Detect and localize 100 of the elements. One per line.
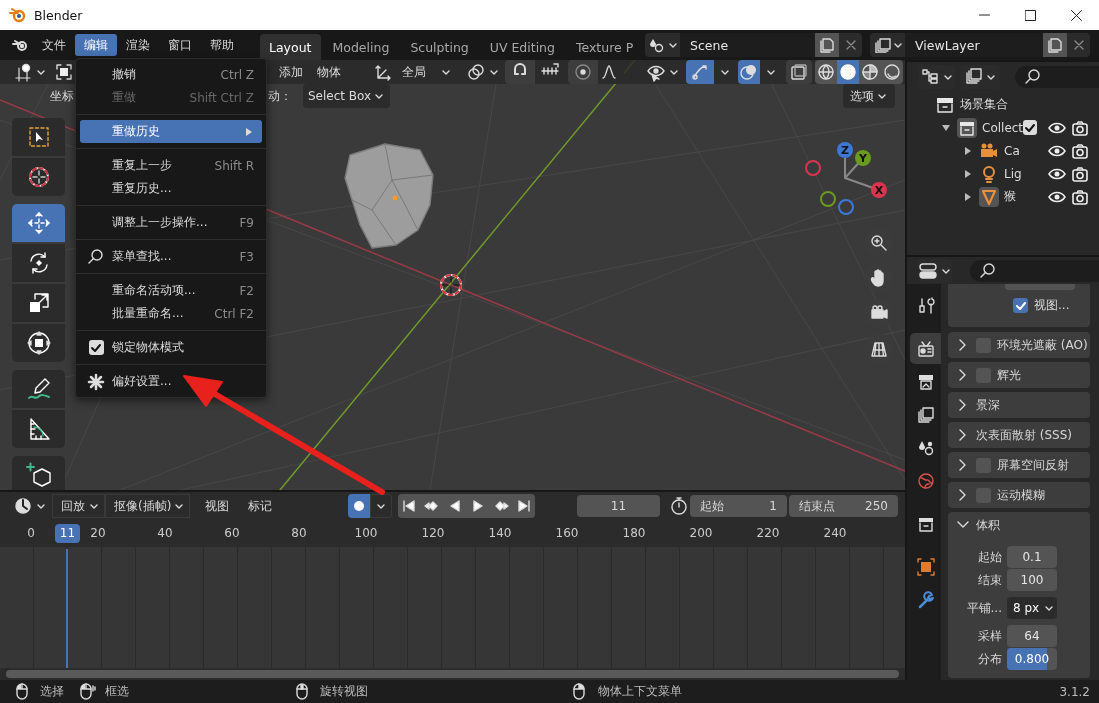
menu-item[interactable]: 撤销 Ctrl Z bbox=[80, 63, 262, 86]
panel-header[interactable]: 屏幕空间反射 bbox=[948, 452, 1090, 478]
transform-tool-button[interactable] bbox=[12, 324, 65, 362]
view-layer-name-field[interactable]: ViewLayer bbox=[905, 33, 1043, 57]
current-frame-field[interactable]: 11 bbox=[577, 495, 660, 517]
remove-button[interactable] bbox=[839, 33, 862, 57]
menu-dropdown[interactable]: 抠像(插帧) bbox=[105, 494, 190, 518]
snap-toggle[interactable] bbox=[505, 60, 535, 84]
menu-item[interactable]: 重复历史... bbox=[80, 177, 262, 200]
keying-options-button[interactable] bbox=[370, 494, 392, 518]
menu-item[interactable]: 文件 bbox=[33, 34, 75, 56]
panel-header[interactable]: 运动模糊 bbox=[948, 482, 1090, 508]
rotate-tool-button[interactable] bbox=[12, 244, 65, 282]
duplicate-button[interactable] bbox=[815, 33, 839, 57]
checkmark-icon bbox=[1024, 121, 1037, 134]
menu-item[interactable]: 渲染 bbox=[117, 34, 159, 56]
menu-item[interactable]: 视图 bbox=[200, 497, 234, 515]
auto-keying-button[interactable] bbox=[348, 494, 370, 518]
field-label: 平铺... bbox=[965, 599, 1003, 617]
options-dropdown[interactable]: 选项 bbox=[843, 84, 895, 108]
dropdown-field[interactable]: 8 px bbox=[1007, 597, 1057, 619]
tree-row[interactable]: 场景集合 bbox=[907, 93, 1099, 116]
remove-button[interactable] bbox=[1067, 33, 1090, 57]
axis-handle[interactable]: Z bbox=[837, 142, 853, 158]
scrollbar[interactable] bbox=[6, 670, 899, 678]
checkbox[interactable] bbox=[88, 340, 104, 355]
xray-toggle[interactable] bbox=[786, 60, 812, 84]
frame-number: 100 bbox=[353, 526, 379, 540]
end-frame-field[interactable]: 结束点 250 bbox=[789, 495, 898, 517]
menu-item[interactable]: 偏好设置... bbox=[80, 370, 262, 393]
select-box-dropdown[interactable]: Select Box bbox=[303, 84, 390, 108]
negative-axis-handle[interactable] bbox=[838, 199, 854, 215]
search-field[interactable] bbox=[970, 259, 1099, 282]
camera-icon[interactable] bbox=[1071, 141, 1089, 160]
camera-icon[interactable] bbox=[1071, 187, 1089, 206]
tree-row[interactable]: Collect bbox=[907, 116, 1099, 139]
menu-item[interactable]: 窗口 bbox=[159, 34, 201, 56]
properties-tab[interactable] bbox=[910, 333, 941, 364]
menu-item[interactable]: 锁定物体模式 bbox=[80, 336, 262, 359]
slider-field[interactable] bbox=[1005, 284, 1075, 290]
checkbox[interactable] bbox=[1023, 120, 1037, 135]
workspace-tab[interactable]: Layout bbox=[260, 34, 321, 60]
menu-item[interactable]: 物体 bbox=[313, 63, 345, 81]
axis-handle[interactable]: X bbox=[871, 182, 887, 198]
panel-header[interactable]: 体积 bbox=[948, 512, 1090, 538]
menu-item[interactable]: 标记 bbox=[243, 497, 277, 515]
slider-field[interactable]: 0.800 bbox=[1007, 648, 1057, 670]
number-field[interactable]: 0.1 bbox=[1007, 546, 1057, 568]
checkbox[interactable] bbox=[1013, 298, 1028, 313]
negative-axis-handle[interactable] bbox=[820, 191, 836, 207]
workspace-tab[interactable]: UV Editing bbox=[480, 34, 564, 60]
select-tool-button[interactable] bbox=[12, 118, 65, 156]
scale-tool-button[interactable] bbox=[12, 284, 65, 322]
tree-row[interactable]: 猴 bbox=[907, 185, 1099, 208]
duplicate-button[interactable] bbox=[1043, 33, 1067, 57]
menu-item[interactable]: 编辑 bbox=[75, 34, 117, 56]
negative-axis-handle[interactable] bbox=[805, 160, 821, 176]
number-field[interactable]: 64 bbox=[1007, 625, 1057, 647]
menu-item[interactable]: 重做历史 bbox=[80, 120, 262, 143]
panel-header[interactable]: 环境光遮蔽 (AO) bbox=[948, 332, 1090, 358]
move-tool-button[interactable] bbox=[12, 204, 65, 242]
playhead-marker[interactable]: 11 bbox=[55, 524, 80, 543]
number-field[interactable]: 100 bbox=[1007, 569, 1057, 591]
add-cube-tool-button[interactable] bbox=[12, 456, 65, 490]
workspace-tab[interactable]: Texture P bbox=[566, 34, 643, 60]
workspace-tab[interactable]: Modeling bbox=[323, 34, 399, 60]
panel-header[interactable]: 景深 bbox=[948, 392, 1090, 418]
camera-icon[interactable] bbox=[1071, 164, 1089, 183]
menu-item[interactable]: 重复上一步 Shift R bbox=[80, 154, 262, 177]
camera-icon[interactable] bbox=[1071, 118, 1089, 137]
menu-item[interactable]: 重命名活动项... F2 bbox=[80, 279, 262, 302]
cursor-tool-button[interactable] bbox=[12, 158, 65, 196]
start-frame-field[interactable]: 起始 1 bbox=[690, 495, 787, 517]
menu-dropdown[interactable]: 回放 bbox=[52, 494, 105, 518]
proportional-editing-toggle[interactable] bbox=[568, 60, 598, 84]
panel-header[interactable]: 次表面散射 (SSS) bbox=[948, 422, 1090, 448]
panel-header[interactable]: 辉光 bbox=[948, 362, 1090, 388]
menu-item[interactable]: 批量重命名... Ctrl F2 bbox=[80, 302, 262, 325]
scene-browse-button[interactable] bbox=[645, 33, 680, 57]
gizmo-toggle[interactable] bbox=[686, 60, 714, 84]
menu-item[interactable]: 帮助 bbox=[201, 34, 243, 56]
menu-item[interactable]: 调整上一步操作... F9 bbox=[80, 211, 262, 234]
axis-handle[interactable]: Y bbox=[855, 150, 871, 166]
tree-row[interactable]: Lig bbox=[907, 162, 1099, 185]
hint-label: 物体上下文菜单 bbox=[598, 683, 683, 700]
shading-mode-button[interactable] bbox=[837, 60, 859, 84]
tree-row[interactable]: Ca bbox=[907, 139, 1099, 162]
overlay-toggle[interactable] bbox=[738, 60, 760, 84]
menu-item[interactable]: 添加 bbox=[275, 63, 307, 81]
annotate-tool-button[interactable] bbox=[12, 370, 65, 408]
view-layer-browse-button[interactable] bbox=[870, 33, 905, 57]
stacked-squares-icon bbox=[789, 62, 809, 82]
scene-name-field[interactable]: Scene bbox=[680, 33, 815, 57]
transform-icon bbox=[24, 329, 53, 357]
measure-tool-button[interactable] bbox=[12, 410, 65, 448]
search-field[interactable] bbox=[1015, 66, 1099, 88]
stopwatch-icon[interactable] bbox=[669, 496, 689, 516]
workspace-tab[interactable]: Sculpting bbox=[401, 34, 478, 60]
shortcut-label: Ctrl F2 bbox=[214, 306, 254, 321]
menu-item[interactable]: 菜单查找... F3 bbox=[80, 245, 262, 268]
